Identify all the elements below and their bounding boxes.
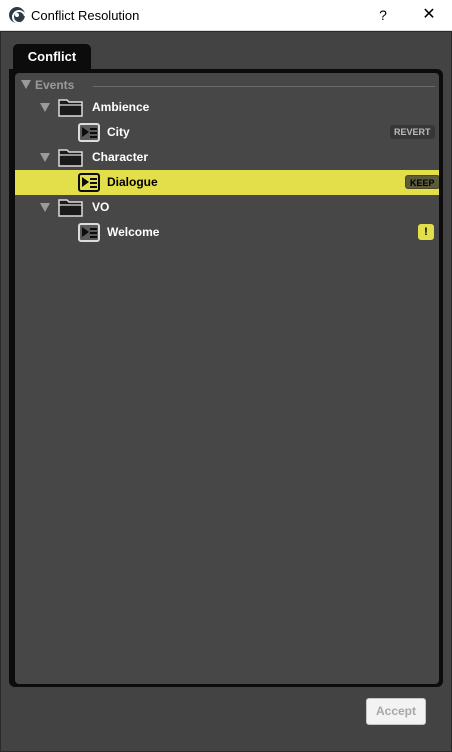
tree-event-dialogue[interactable]: Dialogue KEEP [15,170,439,195]
divider [93,86,435,87]
fmod-logo-icon [9,7,25,23]
tree-folder-ambience[interactable]: Ambience [15,95,439,120]
event-icon [78,223,100,242]
folder-label: Character [92,150,149,164]
tree-folder-character[interactable]: Character [15,145,439,170]
event-label: Dialogue [107,175,158,189]
expand-arrow-icon[interactable] [40,103,50,112]
warning-icon[interactable]: ! [418,224,434,240]
event-label: Welcome [107,225,160,239]
expand-arrow-icon[interactable] [40,153,50,162]
close-button[interactable]: ✕ [414,4,444,26]
expand-arrow-icon[interactable] [21,80,31,89]
title-bar: Conflict Resolution ? ✕ [0,0,452,31]
status-badge-keep[interactable]: KEEP [405,175,439,189]
tree-root-label: Events [35,78,75,92]
dialog-body: Conflict Events Ambience City REVERT Cha… [0,31,452,752]
help-button[interactable]: ? [368,4,398,26]
tab-conflict[interactable]: Conflict [13,44,91,70]
folder-label: Ambience [92,100,150,114]
event-label: City [107,125,130,139]
event-tree: Events Ambience City REVERT Character Di… [15,73,439,684]
expand-arrow-icon[interactable] [40,203,50,212]
folder-label: VO [92,200,110,214]
conflict-panel: Events Ambience City REVERT Character Di… [9,69,443,687]
folder-icon [58,99,83,117]
event-icon [78,173,100,192]
window-title: Conflict Resolution [31,8,140,23]
accept-button[interactable]: Accept [366,698,426,725]
tree-event-welcome[interactable]: Welcome ! [15,220,439,245]
status-badge-revert[interactable]: REVERT [390,125,435,139]
tree-event-city[interactable]: City REVERT [15,120,439,145]
folder-icon [58,149,83,167]
event-icon [78,123,100,142]
tree-folder-vo[interactable]: VO [15,195,439,220]
folder-icon [58,199,83,217]
